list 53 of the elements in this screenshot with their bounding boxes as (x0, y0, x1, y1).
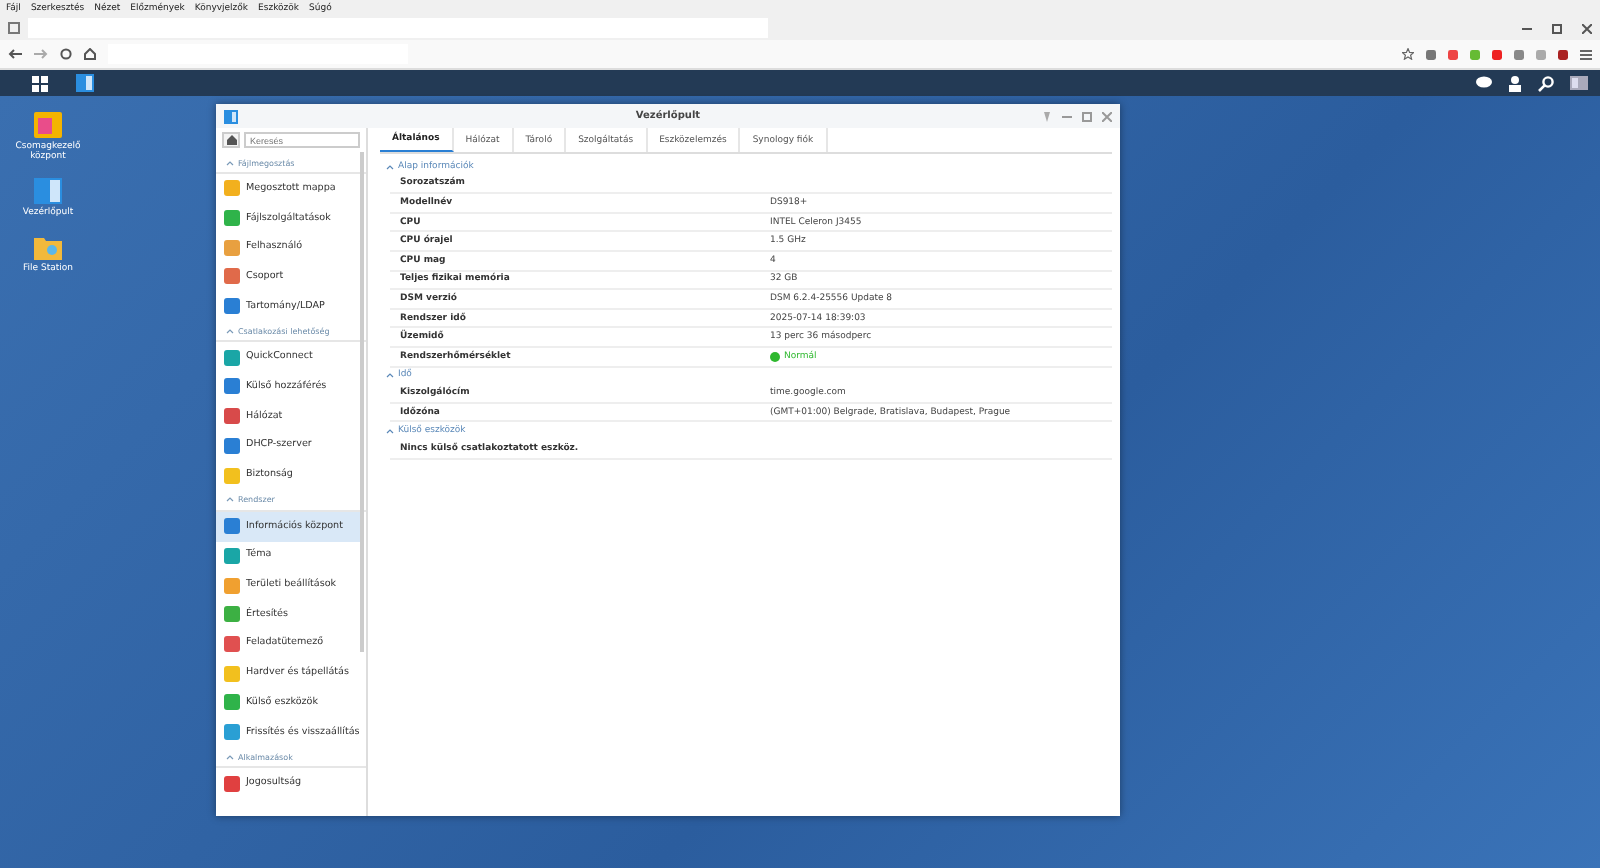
chevron-icon[interactable] (226, 159, 234, 165)
home-button[interactable] (222, 132, 240, 148)
tile-icon (224, 349, 240, 366)
extension-icon[interactable] (1492, 49, 1502, 59)
tile-icon (224, 268, 240, 285)
app-icon[interactable] (34, 112, 62, 138)
tile-icon (224, 378, 240, 395)
app-icon[interactable] (34, 178, 62, 204)
tile-icon (224, 775, 240, 792)
main-menu-icon[interactable] (32, 75, 48, 91)
tile-icon (224, 298, 240, 315)
tile-icon (224, 635, 240, 652)
chevron-icon[interactable] (226, 753, 234, 760)
tile-icon (224, 606, 240, 623)
tile-icon (224, 518, 240, 535)
tab-icon[interactable] (8, 22, 20, 34)
chevron-icon[interactable] (386, 163, 394, 170)
tile-icon (224, 547, 240, 564)
tile-icon (224, 437, 240, 454)
minimize-icon[interactable] (1522, 23, 1532, 33)
tile-icon (224, 180, 240, 197)
reload-icon[interactable] (60, 48, 72, 60)
control-panel-icon[interactable] (76, 74, 94, 92)
chevron-icon[interactable] (226, 496, 234, 503)
tile-icon (224, 724, 240, 741)
pin-icon[interactable] (1042, 111, 1052, 121)
tile-icon (224, 239, 240, 256)
extension-icon[interactable] (1514, 49, 1524, 59)
extension-icon[interactable] (1448, 49, 1458, 59)
menu-icon[interactable] (1580, 49, 1592, 59)
close-icon[interactable] (1582, 23, 1592, 33)
chevron-icon[interactable] (386, 372, 394, 379)
back-icon[interactable] (8, 48, 22, 60)
maximize-icon[interactable] (1082, 111, 1092, 121)
star-icon[interactable] (1402, 48, 1414, 60)
tile-icon (224, 577, 240, 594)
tile-icon (224, 665, 240, 682)
extension-icon[interactable] (1558, 49, 1568, 59)
user-icon[interactable] (1508, 75, 1522, 91)
restore-icon[interactable] (1552, 23, 1562, 33)
forward-icon[interactable] (34, 48, 48, 60)
tile-icon (224, 467, 240, 484)
tile-icon (224, 408, 240, 425)
folder-icon[interactable] (34, 234, 62, 260)
home-icon[interactable] (84, 48, 96, 60)
chevron-icon[interactable] (226, 327, 234, 334)
extension-icon[interactable] (1426, 49, 1436, 59)
tile-icon (224, 210, 240, 227)
search-icon[interactable] (1538, 75, 1554, 91)
control-panel-icon (224, 109, 238, 123)
chat-icon[interactable] (1476, 76, 1492, 90)
tile-icon (224, 694, 240, 711)
chevron-icon[interactable] (386, 428, 394, 435)
